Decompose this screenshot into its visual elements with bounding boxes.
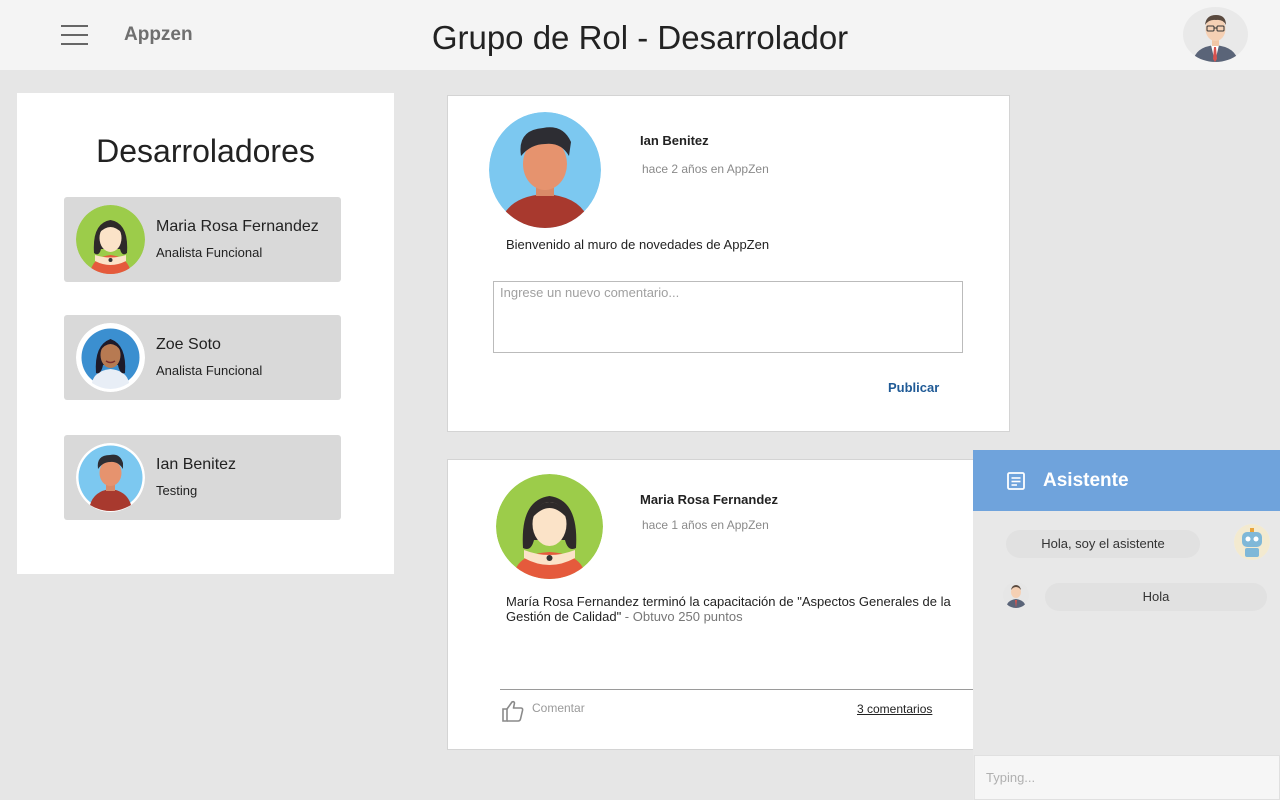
avatar [76, 323, 145, 392]
user-avatar[interactable] [1183, 7, 1248, 62]
post-author[interactable]: Ian Benitez [640, 133, 709, 148]
avatar [76, 443, 145, 512]
member-role: Analista Funcional [156, 363, 263, 378]
assistant-header[interactable]: Asistente [973, 450, 1280, 511]
member-card-zoe[interactable]: Zoe Soto Analista Funcional [64, 315, 341, 400]
panel-title: Desarroladores [96, 133, 315, 169]
page-title: Grupo de Rol - Desarrolador [431, 19, 849, 56]
avatar[interactable] [496, 474, 603, 579]
member-card-maria[interactable]: Maria Rosa Fernandez Analista Funcional [64, 197, 341, 282]
post-card: Maria Rosa Fernandez hace 1 años en AppZ… [447, 459, 1010, 750]
post-author[interactable]: Maria Rosa Fernandez [640, 492, 778, 507]
assistant-title: Asistente [1043, 470, 1129, 491]
avatar [76, 205, 145, 274]
user-message: Hola [1045, 583, 1267, 611]
top-bar: Appzen Grupo de Rol - Desarrolador [0, 0, 1280, 70]
member-name: Maria Rosa Fernandez [156, 218, 319, 235]
comment-input[interactable] [493, 281, 963, 353]
developers-panel: Desarroladores Maria Rosa Fernandez Anal… [17, 93, 394, 574]
bot-avatar [1234, 524, 1270, 560]
publish-button[interactable]: Publicar [888, 380, 939, 395]
points-text: - Obtuvo 250 puntos [621, 609, 743, 624]
thumbs-up-icon[interactable] [501, 699, 525, 723]
post-time: hace 2 años en AppZen [642, 162, 769, 176]
member-name: Ian Benitez [156, 456, 237, 473]
post-time: hace 1 años en AppZen [642, 518, 769, 532]
user-chat-avatar [1003, 582, 1029, 608]
avatar[interactable] [489, 112, 601, 228]
member-role: Testing [156, 483, 198, 498]
comments-count-link[interactable]: 3 comentarios [857, 702, 932, 716]
chat-input[interactable] [974, 755, 1280, 800]
bot-message: Hola, soy el asistente [1006, 530, 1200, 558]
post-card: Ian Benitez hace 2 años en AppZen Bienve… [447, 95, 1010, 432]
post-text: Bienvenido al muro de novedades de AppZe… [506, 237, 770, 252]
member-card-ian[interactable]: Ian Benitez Testing [64, 435, 341, 520]
chat-icon [1007, 472, 1025, 490]
assistant-panel: Asistente Hola, soy el asistente Hola [973, 450, 1280, 800]
divider [500, 689, 973, 690]
post-text: María Rosa Fernandez terminó la capacita… [506, 594, 966, 624]
member-role: Analista Funcional [156, 245, 263, 260]
member-name: Zoe Soto [156, 336, 221, 353]
comment-link[interactable]: Comentar [532, 701, 585, 715]
